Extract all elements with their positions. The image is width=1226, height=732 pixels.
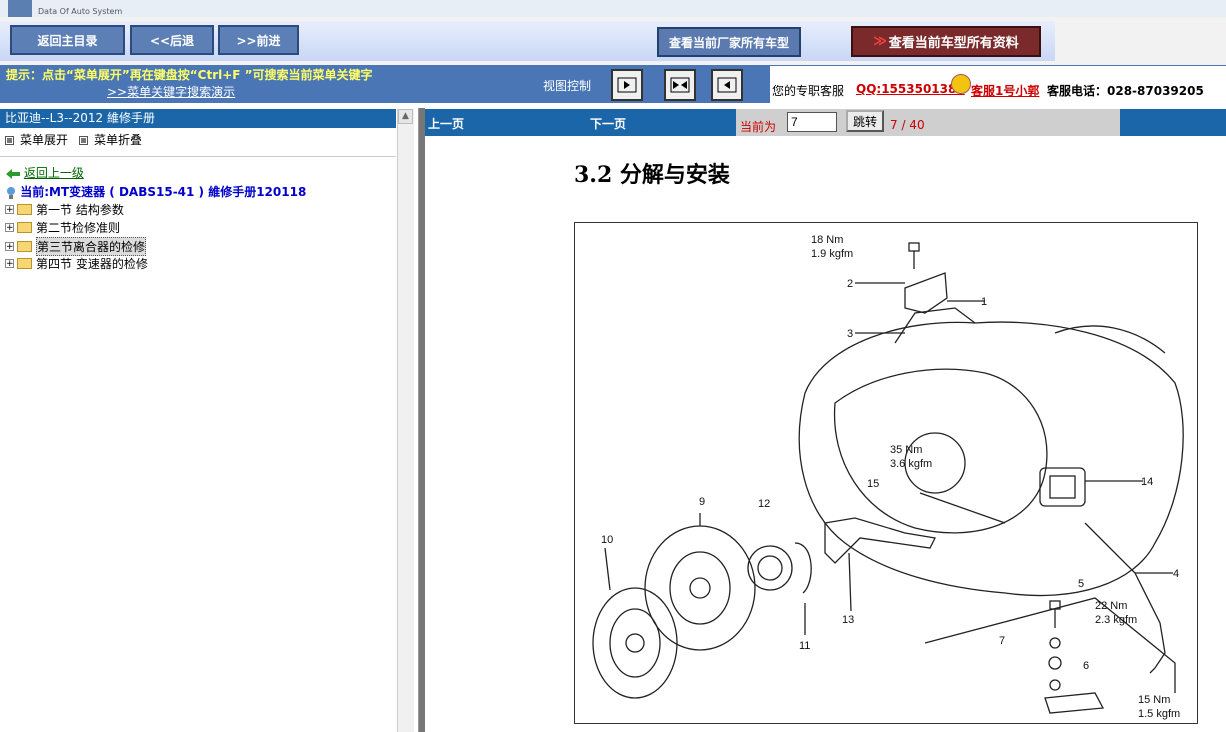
folder-icon	[17, 204, 32, 215]
part-number: 4	[1173, 568, 1179, 580]
expand-square-icon	[5, 136, 14, 145]
document-title: 3.2 分解与安装	[574, 162, 730, 188]
plus-icon[interactable]: +	[5, 242, 14, 252]
menu-divider	[0, 156, 396, 157]
torque-label: 1.5 kgfm	[1138, 708, 1180, 720]
logo-icon	[8, 0, 32, 17]
collapse-square-icon	[79, 136, 88, 145]
menu-scrollbar[interactable]: ▲	[397, 109, 414, 732]
factory-models-button[interactable]: 查看当前厂家所有车型	[657, 27, 801, 57]
tree-item[interactable]: + 第一节 结构参数	[5, 201, 124, 218]
plus-icon[interactable]: +	[5, 223, 14, 233]
search-demo-link[interactable]: >>菜单关键字搜索演示	[107, 83, 235, 100]
plus-icon[interactable]: +	[5, 259, 14, 269]
torque-label: 2.3 kgfm	[1095, 614, 1137, 626]
service-qq-link[interactable]: QQ:1553501388	[856, 82, 965, 96]
torque-label: 22 Nm	[1095, 600, 1127, 612]
menu-expand-button[interactable]: 菜单展开	[5, 131, 68, 148]
next-page-link[interactable]: 下一页	[590, 115, 626, 132]
part-number: 3	[847, 328, 853, 340]
torque-label: 35 Nm	[890, 444, 922, 456]
torque-label: 1.9 kgfm	[811, 248, 853, 260]
green-arrow-left-icon	[6, 168, 20, 179]
arrow-left-icon	[717, 77, 737, 93]
exploded-diagram: 18 Nm 1.9 kgfm 2 3 1 35 Nm 3.6 kgfm 15 1…	[574, 222, 1198, 724]
diagram-svg: 18 Nm 1.9 kgfm 2 3 1 35 Nm 3.6 kgfm 15 1…	[592, 234, 1184, 720]
torque-label: 3.6 kgfm	[890, 458, 932, 470]
back-up-link[interactable]: 返回上一级	[6, 164, 84, 181]
torque-label: 15 Nm	[1138, 694, 1170, 706]
double-arrow-icon: ≫	[873, 34, 887, 49]
all-docs-button[interactable]: ≫ 查看当前车型所有资料	[851, 26, 1041, 57]
part-number: 14	[1141, 476, 1153, 488]
back-button[interactable]: <<后退	[130, 25, 214, 55]
torque-label: 18 Nm	[811, 234, 843, 246]
plus-icon[interactable]: +	[5, 205, 14, 215]
view-split-button[interactable]	[664, 69, 696, 101]
service-label: 您的专职客服	[772, 84, 845, 98]
tree-item-selected[interactable]: + 第三节离合器的检修	[5, 237, 147, 256]
tree-item[interactable]: + 第二节检修准则	[5, 219, 120, 236]
part-number: 11	[799, 640, 810, 652]
home-button[interactable]: 返回主目录	[10, 25, 125, 55]
menu-collapse-button[interactable]: 菜单折叠	[79, 131, 142, 148]
current-page-label: 当前为	[740, 120, 777, 134]
part-number: 10	[601, 534, 613, 546]
part-number: 12	[758, 498, 770, 510]
arrows-split-icon	[670, 77, 690, 93]
page-count: 7 / 40	[890, 118, 925, 132]
arrow-right-icon	[617, 77, 637, 93]
view-control-label: 视图控制	[543, 79, 592, 93]
bulb-icon	[7, 186, 15, 199]
menu-header: 比亚迪--L3--2012 維修手册	[0, 109, 396, 128]
service-phone: 客服电话：028-87039205	[1047, 84, 1204, 98]
part-number: 9	[699, 496, 705, 508]
forward-button[interactable]: >>前进	[218, 25, 299, 55]
all-docs-label: 查看当前车型所有资料	[888, 36, 1019, 51]
part-number: 7	[999, 635, 1005, 647]
tree-item[interactable]: + 第四节 变速器的检修	[5, 255, 148, 272]
jump-button[interactable]: 跳转	[846, 110, 884, 132]
folder-icon	[17, 222, 32, 233]
part-number: 6	[1083, 660, 1089, 672]
prev-page-link[interactable]: 上一页	[428, 115, 464, 132]
search-tip: 提示：点击“菜单展开”再在键盘按“Ctrl+F ”可搜索当前菜单关键字	[6, 68, 373, 82]
service-name-link[interactable]: 客服1号小郭	[971, 82, 1039, 99]
logo-subtitle: Data Of Auto System	[38, 7, 123, 16]
part-number: 1	[981, 296, 987, 308]
page-number-input[interactable]	[787, 112, 837, 132]
qq-penguin-icon[interactable]	[951, 74, 971, 94]
view-collapse-button[interactable]	[711, 69, 743, 101]
panel-splitter[interactable]	[419, 108, 425, 732]
scroll-up-icon[interactable]: ▲	[398, 109, 413, 124]
part-number: 15	[867, 478, 879, 490]
folder-icon	[17, 241, 32, 252]
part-number: 2	[847, 278, 853, 290]
folder-icon	[17, 258, 32, 269]
view-expand-button[interactable]	[611, 69, 643, 101]
current-manual: 当前:MT变速器 ( DABS15-41 ) 維修手册120118	[6, 183, 306, 200]
logo-strip: Data Of Auto System	[0, 0, 1226, 17]
part-number: 5	[1078, 578, 1084, 590]
part-number: 13	[842, 614, 854, 626]
